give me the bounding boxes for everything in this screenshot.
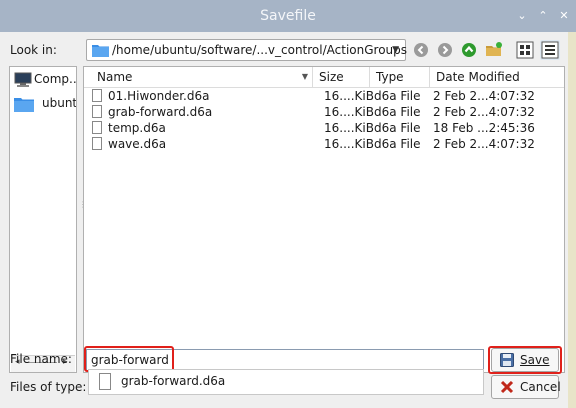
folder-icon bbox=[14, 98, 34, 112]
column-header-label: Size bbox=[319, 70, 344, 84]
place-label: ubunt bbox=[42, 96, 77, 110]
file-icon bbox=[99, 373, 111, 390]
window-title: Savefile bbox=[260, 8, 316, 24]
parent-dir-icon[interactable] bbox=[459, 40, 479, 60]
cancel-x-icon bbox=[500, 380, 514, 394]
file-size: 16....KiB bbox=[324, 89, 374, 103]
file-name: 01.Hiwonder.d6a bbox=[108, 89, 210, 103]
close-button[interactable]: ✕ bbox=[554, 6, 574, 26]
file-icon bbox=[92, 137, 102, 150]
table-row[interactable]: grab-forward.d6a 16....KiB d6a File 2 Fe… bbox=[84, 104, 564, 120]
file-name: wave.d6a bbox=[108, 137, 167, 151]
column-header-name[interactable]: Name ▼ bbox=[84, 67, 312, 87]
back-icon[interactable] bbox=[411, 40, 431, 60]
file-type: d6a File bbox=[374, 105, 421, 119]
computer-icon bbox=[14, 72, 32, 87]
look-in-combo[interactable]: /home/ubuntu/software/...v_control/Actio… bbox=[86, 39, 408, 61]
panel-splitter[interactable]: ⋮ bbox=[79, 200, 87, 209]
look-in-label: Look in: bbox=[10, 43, 57, 57]
file-name: temp.d6a bbox=[108, 121, 166, 135]
place-label: Comp... bbox=[34, 72, 77, 86]
cancel-button[interactable]: Cancel bbox=[491, 375, 561, 399]
column-header-size[interactable]: Size bbox=[312, 67, 369, 87]
forward-icon[interactable] bbox=[435, 40, 455, 60]
column-header-type[interactable]: Type bbox=[369, 67, 429, 87]
table-row[interactable]: wave.d6a 16....KiB d6a File 2 Feb 2...4:… bbox=[84, 136, 564, 152]
chevron-down-icon: ▼ bbox=[392, 45, 399, 55]
autocomplete-text: grab-forward.d6a bbox=[121, 374, 226, 388]
column-header-label: Date Modified bbox=[436, 70, 520, 84]
close-icon: ✕ bbox=[559, 9, 569, 22]
folder-icon bbox=[92, 45, 109, 57]
new-folder-icon[interactable] bbox=[484, 40, 504, 60]
files-of-type-label: Files of type: bbox=[10, 380, 87, 394]
places-panel: Comp... ubunt ◂ ▸ bbox=[9, 66, 77, 373]
place-computer[interactable]: Comp... bbox=[12, 70, 77, 90]
look-in-path: /home/ubuntu/software/...v_control/Actio… bbox=[112, 43, 408, 57]
file-size: 16....KiB bbox=[324, 105, 374, 119]
autocomplete-popup: grab-forward.d6a bbox=[88, 369, 484, 395]
file-name: grab-forward.d6a bbox=[108, 105, 213, 119]
file-icon bbox=[92, 89, 102, 102]
file-modified: 2 Feb 2...4:07:32 bbox=[433, 89, 535, 103]
table-row[interactable]: temp.d6a 16....KiB d6a File 18 Feb ...2:… bbox=[84, 120, 564, 136]
place-ubuntu[interactable]: ubunt bbox=[12, 94, 77, 114]
file-size: 16....KiB bbox=[324, 137, 374, 151]
chevron-up-icon: ⌃ bbox=[538, 9, 548, 22]
maximize-button[interactable]: ⌃ bbox=[533, 6, 553, 26]
file-size: 16....KiB bbox=[324, 121, 374, 135]
file-list: Name ▼ Size Type Date Modified 01.Hiwonde… bbox=[83, 66, 565, 373]
file-type: d6a File bbox=[374, 121, 421, 135]
detail-view-icon[interactable] bbox=[540, 40, 560, 60]
background-strip bbox=[568, 32, 576, 408]
column-header-date[interactable]: Date Modified bbox=[429, 67, 564, 87]
column-header-label: Name bbox=[97, 70, 133, 84]
sort-arrow-icon: ▼ bbox=[301, 72, 308, 81]
file-modified: 2 Feb 2...4:07:32 bbox=[433, 137, 535, 151]
cancel-label: Cancel bbox=[520, 380, 561, 394]
file-name-label: File name: bbox=[10, 352, 72, 366]
autocomplete-item[interactable]: grab-forward.d6a bbox=[89, 370, 483, 394]
list-view-icon[interactable] bbox=[515, 40, 535, 60]
minimize-button[interactable]: ⌄ bbox=[512, 6, 532, 26]
file-list-header: Name ▼ Size Type Date Modified bbox=[84, 67, 564, 88]
chevron-down-icon: ⌄ bbox=[517, 9, 527, 22]
file-modified: 2 Feb 2...4:07:32 bbox=[433, 105, 535, 119]
file-type: d6a File bbox=[374, 137, 421, 151]
annotation-highlight bbox=[488, 346, 562, 374]
file-icon bbox=[92, 105, 102, 118]
file-modified: 18 Feb ...2:45:36 bbox=[433, 121, 535, 135]
table-row[interactable]: 01.Hiwonder.d6a 16....KiB d6a File 2 Feb… bbox=[84, 88, 564, 104]
file-type: d6a File bbox=[374, 89, 421, 103]
file-icon bbox=[92, 121, 102, 134]
column-header-label: Type bbox=[376, 70, 404, 84]
